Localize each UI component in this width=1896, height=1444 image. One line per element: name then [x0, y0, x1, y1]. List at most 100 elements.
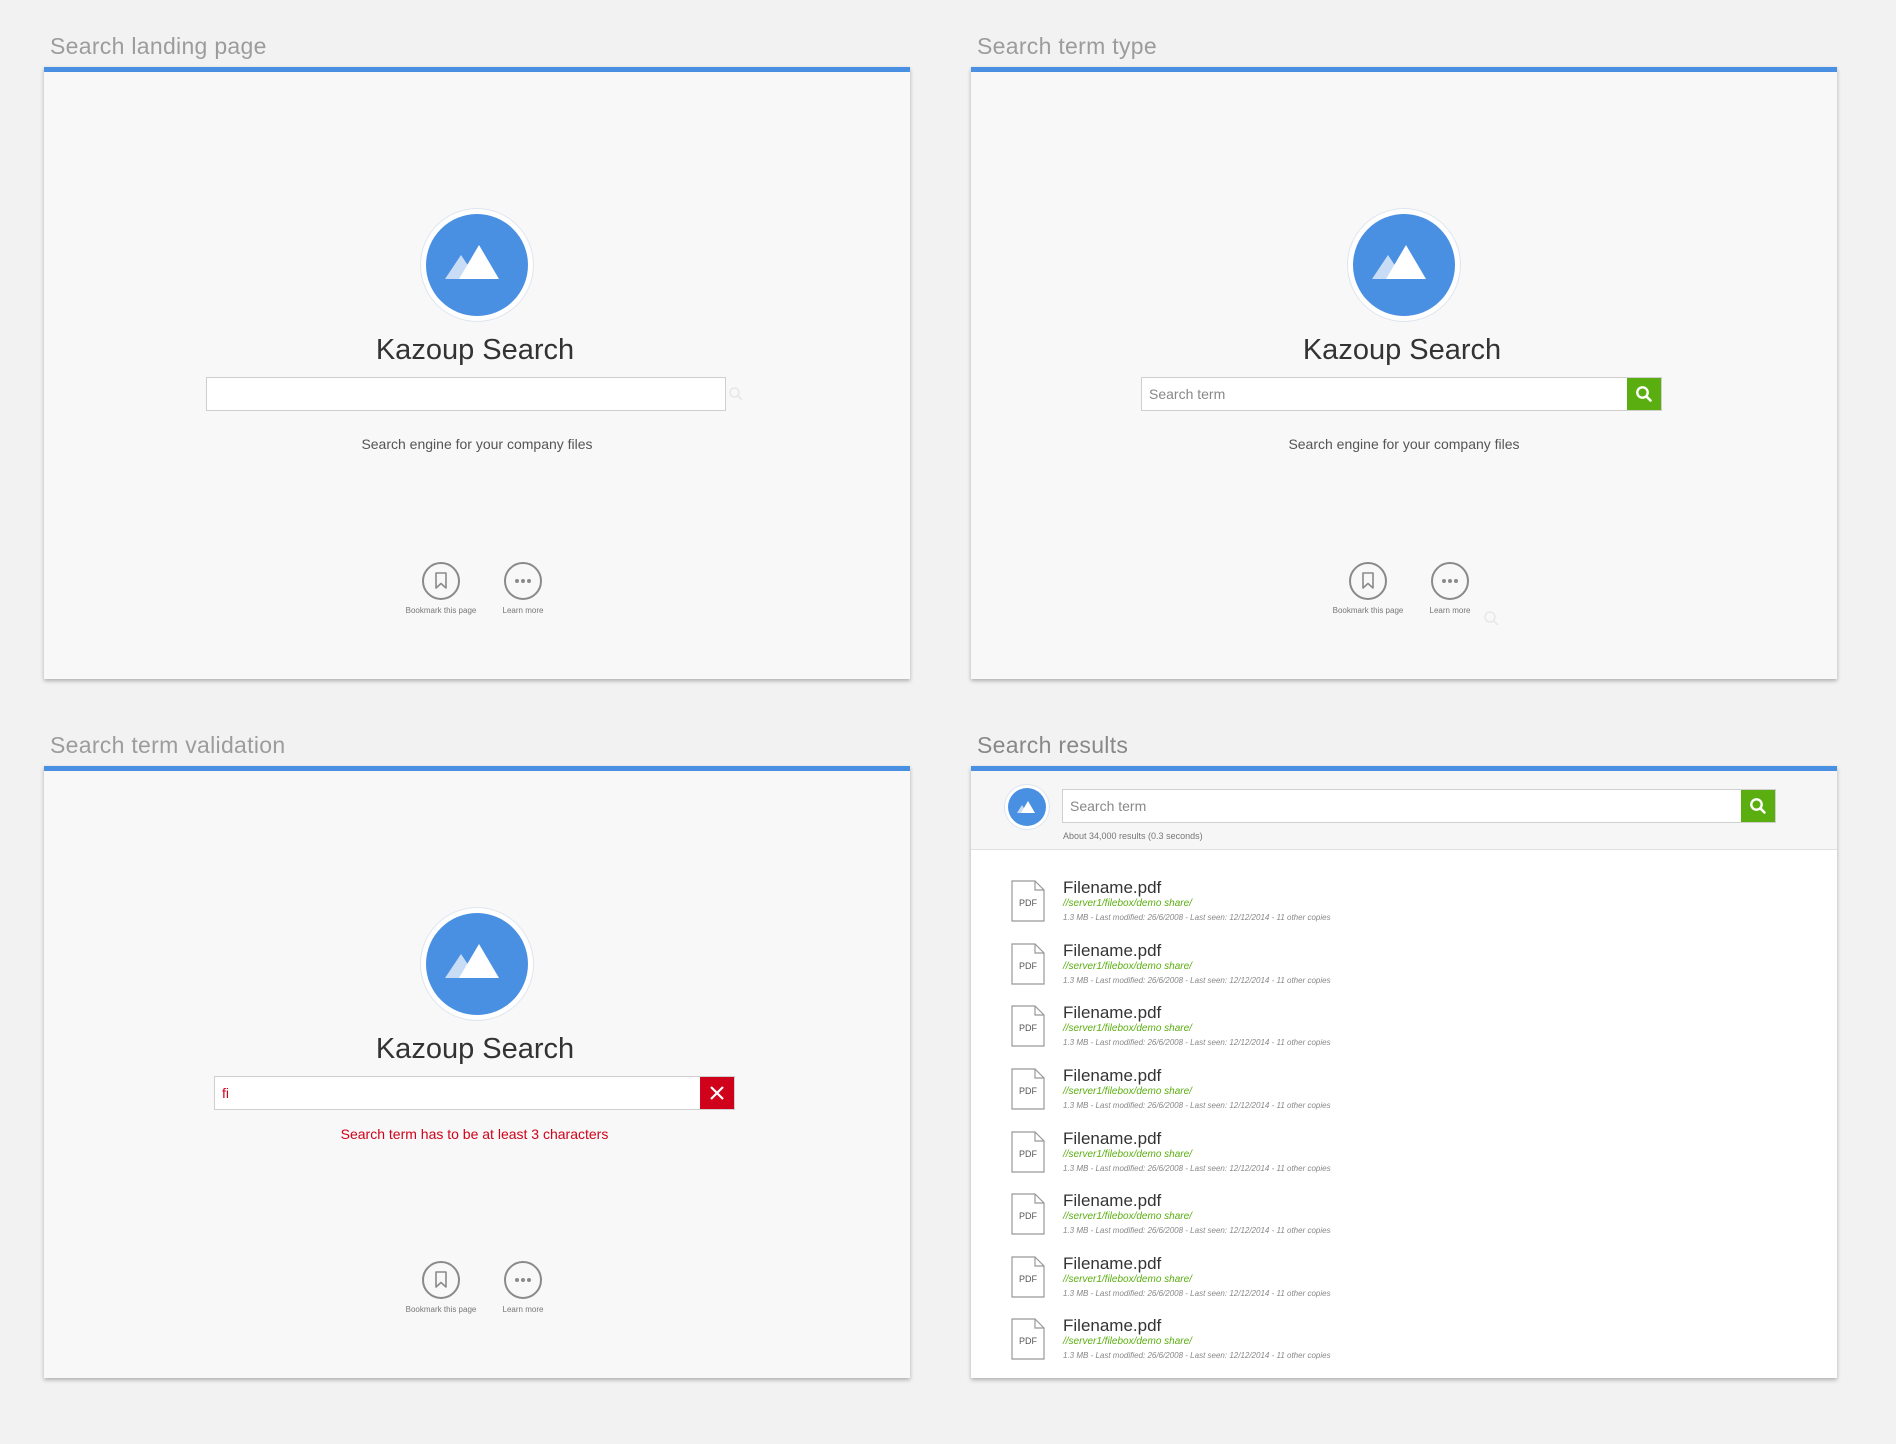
search-input-value	[207, 378, 689, 410]
result-meta: 1.3 MB - Last modified: 26/6/2008 - Last…	[1063, 1289, 1331, 1298]
kazoup-logo	[421, 209, 533, 321]
search-icon	[1484, 611, 1499, 626]
brand-title: Kazoup Search	[1302, 334, 1502, 366]
result-path[interactable]: //server1/filebox/demo share/	[1063, 1023, 1192, 1034]
result-item[interactable]: PDF Filename.pdf //server1/filebox/demo …	[1011, 1003, 1791, 1059]
search-input-placeholder: Search term	[1070, 798, 1147, 814]
kazoup-logo[interactable]	[1005, 785, 1049, 829]
panel-title-results: Search results	[977, 732, 1129, 758]
file-type-label: PDF	[1019, 898, 1038, 908]
kazoup-logo	[421, 908, 533, 1020]
search-icon	[1750, 798, 1766, 814]
pdf-file-icon: PDF	[1011, 943, 1045, 985]
result-meta: 1.3 MB - Last modified: 26/6/2008 - Last…	[1063, 1101, 1331, 1110]
more-dots-icon	[515, 1278, 531, 1282]
result-path[interactable]: //server1/filebox/demo share/	[1063, 1086, 1192, 1097]
file-type-label: PDF	[1019, 1274, 1038, 1284]
result-path[interactable]: //server1/filebox/demo share/	[1063, 1211, 1192, 1222]
result-meta: 1.3 MB - Last modified: 26/6/2008 - Last…	[1063, 976, 1331, 985]
pdf-file-icon: PDF	[1011, 1131, 1045, 1173]
result-filename-link[interactable]: Filename.pdf	[1063, 1191, 1161, 1211]
pdf-file-icon: PDF	[1011, 1256, 1045, 1298]
learn-more-button[interactable]: Learn more	[478, 1261, 568, 1314]
bookmark-label: Bookmark this page	[1332, 606, 1404, 615]
result-item[interactable]: PDF Filename.pdf //server1/filebox/demo …	[1011, 941, 1791, 997]
result-meta: 1.3 MB - Last modified: 26/6/2008 - Last…	[1063, 913, 1331, 922]
mountain-icon	[1372, 245, 1426, 279]
result-meta: 1.3 MB - Last modified: 26/6/2008 - Last…	[1063, 1351, 1331, 1360]
result-path[interactable]: //server1/filebox/demo share/	[1063, 1274, 1192, 1285]
brand-title: Kazoup Search	[375, 334, 575, 366]
result-path[interactable]: //server1/filebox/demo share/	[1063, 1336, 1192, 1347]
bookmark-icon	[435, 572, 447, 589]
close-icon	[710, 1086, 724, 1100]
result-filename-link[interactable]: Filename.pdf	[1063, 878, 1161, 898]
result-meta: 1.3 MB - Last modified: 26/6/2008 - Last…	[1063, 1164, 1331, 1173]
search-results-panel: Search term About 34,000 results (0.3 se…	[971, 766, 1837, 1378]
result-item[interactable]: PDF Filename.pdf //server1/filebox/demo …	[1011, 1129, 1791, 1185]
result-meta: 1.3 MB - Last modified: 26/6/2008 - Last…	[1063, 1226, 1331, 1235]
bookmark-icon	[435, 1271, 447, 1288]
panel-title-validation: Search term validation	[50, 732, 286, 758]
result-item[interactable]: PDF Filename.pdf //server1/filebox/demo …	[1011, 878, 1791, 934]
result-filename-link[interactable]: Filename.pdf	[1063, 1066, 1161, 1086]
search-input-value: fi	[222, 1085, 229, 1101]
result-item[interactable]: PDF Filename.pdf //server1/filebox/demo …	[1011, 1191, 1791, 1247]
search-button[interactable]	[1741, 790, 1775, 822]
landing-page-panel: Kazoup Search Search engine for your com…	[44, 67, 910, 679]
search-input[interactable]: fi	[214, 1076, 735, 1110]
result-item[interactable]: PDF Filename.pdf //server1/filebox/demo …	[1011, 1316, 1791, 1372]
brand-title: Kazoup Search	[375, 1033, 575, 1065]
search-validation-panel: Kazoup Search fi Search term has to be a…	[44, 766, 910, 1378]
result-meta: 1.3 MB - Last modified: 26/6/2008 - Last…	[1063, 1038, 1331, 1047]
more-dots-icon	[515, 579, 531, 583]
tagline: Search engine for your company files	[361, 436, 593, 452]
result-filename-link[interactable]: Filename.pdf	[1063, 1003, 1161, 1023]
results-count: About 34,000 results (0.3 seconds)	[1063, 831, 1203, 841]
result-item[interactable]: PDF Filename.pdf //server1/filebox/demo …	[1011, 1254, 1791, 1310]
clear-button[interactable]	[700, 1077, 734, 1109]
search-input[interactable]	[206, 377, 726, 411]
result-item[interactable]: PDF Filename.pdf //server1/filebox/demo …	[1011, 1066, 1791, 1122]
learn-more-button[interactable]: Learn more	[478, 562, 568, 615]
bookmark-label: Bookmark this page	[405, 1305, 477, 1314]
learn-more-button[interactable]: Learn more	[1405, 562, 1495, 615]
search-input[interactable]: Search term	[1141, 377, 1662, 411]
result-filename-link[interactable]: Filename.pdf	[1063, 1254, 1161, 1274]
more-dots-icon	[1442, 579, 1458, 583]
search-icon[interactable]	[728, 386, 744, 402]
bookmark-button[interactable]: Bookmark this page	[396, 562, 486, 615]
search-input[interactable]: Search term	[1062, 789, 1776, 823]
file-type-label: PDF	[1019, 1149, 1038, 1159]
bookmark-button[interactable]: Bookmark this page	[1323, 562, 1413, 615]
file-type-label: PDF	[1019, 1086, 1038, 1096]
pdf-file-icon: PDF	[1011, 1068, 1045, 1110]
panel-title-typing: Search term type	[977, 33, 1157, 59]
learn-more-label: Learn more	[502, 1305, 544, 1314]
result-filename-link[interactable]: Filename.pdf	[1063, 941, 1161, 961]
learn-more-label: Learn more	[1429, 606, 1471, 615]
search-button[interactable]	[1627, 378, 1661, 410]
results-header: Search term About 34,000 results (0.3 se…	[971, 771, 1837, 850]
file-type-label: PDF	[1019, 1023, 1038, 1033]
kazoup-logo	[1348, 209, 1460, 321]
file-type-label: PDF	[1019, 1336, 1038, 1346]
search-icon	[1636, 386, 1652, 402]
result-filename-link[interactable]: Filename.pdf	[1063, 1129, 1161, 1149]
file-type-label: PDF	[1019, 1211, 1038, 1221]
validation-error: Search term has to be at least 3 charact…	[340, 1126, 609, 1142]
result-path[interactable]: //server1/filebox/demo share/	[1063, 1149, 1192, 1160]
search-type-panel: Kazoup Search Search term Search engine …	[971, 67, 1837, 679]
tagline: Search engine for your company files	[1288, 436, 1520, 452]
result-path[interactable]: //server1/filebox/demo share/	[1063, 961, 1192, 972]
pdf-file-icon: PDF	[1011, 1193, 1045, 1235]
panel-title-landing: Search landing page	[50, 33, 267, 59]
bookmark-icon	[1362, 572, 1374, 589]
search-input-placeholder: Search term	[1149, 386, 1226, 402]
result-path[interactable]: //server1/filebox/demo share/	[1063, 898, 1192, 909]
mountain-icon	[445, 245, 499, 279]
bookmark-button[interactable]: Bookmark this page	[396, 1261, 486, 1314]
learn-more-label: Learn more	[502, 606, 544, 615]
mountain-icon	[1017, 801, 1035, 813]
result-filename-link[interactable]: Filename.pdf	[1063, 1316, 1161, 1336]
